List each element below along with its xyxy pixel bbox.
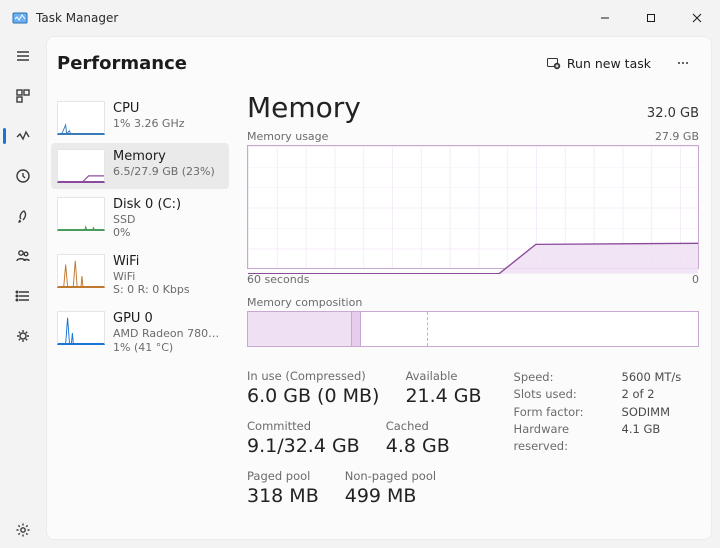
- resource-disk[interactable]: Disk 0 (C:)SSD0%: [51, 191, 229, 246]
- stat-available: 21.4 GB: [405, 385, 481, 407]
- chart-max: 27.9 GB: [655, 130, 699, 143]
- cpu-thumb: [57, 101, 105, 135]
- content-card: Performance Run new task CPU1% 3.26 GHz: [46, 36, 712, 540]
- run-task-icon: [546, 56, 561, 71]
- minimize-button[interactable]: [582, 0, 628, 36]
- nav-users[interactable]: [3, 238, 43, 274]
- window-buttons: [582, 0, 720, 36]
- nav-performance[interactable]: [3, 118, 43, 154]
- stat-committed: 9.1/32.4 GB: [247, 435, 360, 457]
- run-new-task-label: Run new task: [567, 56, 651, 71]
- app-icon: [12, 10, 28, 26]
- detail-total: 32.0 GB: [647, 106, 699, 121]
- resource-gpu[interactable]: GPU 0AMD Radeon 780M ...1% (41 °C): [51, 305, 229, 360]
- memory-specs: Speed:5600 MT/s Slots used:2 of 2 Form f…: [514, 369, 682, 507]
- stat-paged: 318 MB: [247, 485, 319, 507]
- more-button[interactable]: [665, 47, 701, 79]
- disk-thumb: [57, 197, 105, 231]
- nav-app-history[interactable]: [3, 158, 43, 194]
- stat-nonpaged: 499 MB: [345, 485, 436, 507]
- nav-details[interactable]: [3, 278, 43, 314]
- window-title: Task Manager: [36, 11, 118, 25]
- detail-pane: Memory 32.0 GB Memory usage 27.9 GB 60 se…: [229, 91, 707, 529]
- wifi-thumb: [57, 254, 105, 288]
- gpu-thumb: [57, 311, 105, 345]
- nav-processes[interactable]: [3, 78, 43, 114]
- content-header: Performance Run new task: [47, 37, 711, 89]
- composition-label: Memory composition: [247, 296, 699, 309]
- resource-cpu[interactable]: CPU1% 3.26 GHz: [51, 95, 229, 141]
- stat-cached: 4.8 GB: [386, 435, 450, 457]
- detail-title: Memory: [247, 91, 361, 124]
- resource-wifi[interactable]: WiFiWiFiS: 0 R: 0 Kbps: [51, 248, 229, 303]
- page-title: Performance: [57, 53, 187, 74]
- resource-list: CPU1% 3.26 GHz Memory6.5/27.9 GB (23%) D…: [51, 91, 229, 529]
- stat-inuse: 6.0 GB (0 MB): [247, 385, 379, 407]
- memory-thumb: [57, 149, 105, 183]
- chart-label: Memory usage: [247, 130, 328, 143]
- axis-left: 60 seconds: [247, 273, 309, 286]
- resource-memory[interactable]: Memory6.5/27.9 GB (23%): [51, 143, 229, 189]
- memory-usage-chart: [247, 145, 699, 269]
- task-manager-window: Task Manager Performance: [0, 0, 720, 548]
- maximize-button[interactable]: [628, 0, 674, 36]
- nav-rail: [0, 36, 46, 548]
- hamburger-button[interactable]: [3, 38, 43, 74]
- settings-button[interactable]: [3, 512, 43, 548]
- close-button[interactable]: [674, 0, 720, 36]
- axis-right: 0: [692, 273, 699, 286]
- nav-startup-apps[interactable]: [3, 198, 43, 234]
- memory-composition-bar: [247, 311, 699, 347]
- titlebar[interactable]: Task Manager: [0, 0, 720, 36]
- run-new-task-button[interactable]: Run new task: [536, 47, 661, 79]
- nav-services[interactable]: [3, 318, 43, 354]
